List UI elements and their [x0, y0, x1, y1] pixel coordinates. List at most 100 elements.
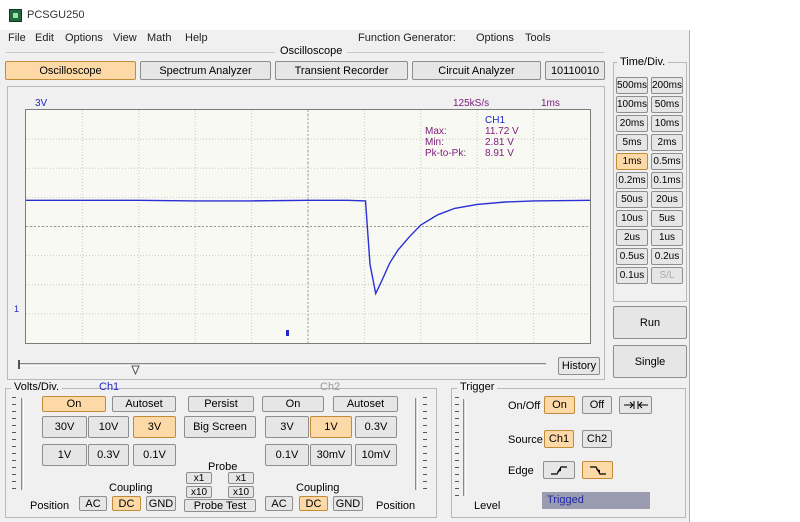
transient-recorder-button[interactable]: Transient Recorder [275, 61, 408, 80]
timediv-button[interactable]: 2ms [651, 134, 683, 151]
ch2-coupling-ac-button[interactable]: AC [265, 496, 293, 511]
timediv-button[interactable]: 2us [616, 229, 648, 246]
timediv-button[interactable]: 50ms [651, 96, 683, 113]
run-button[interactable]: Run [613, 306, 687, 339]
probe-test-button[interactable]: Probe Test [184, 499, 256, 512]
ch2-01v-button[interactable]: 0.1V [265, 444, 309, 466]
timediv-button[interactable]: 5ms [616, 134, 648, 151]
desktop-background [690, 0, 800, 522]
center-arrows-icon [623, 401, 648, 409]
ch1-position-ticks [12, 397, 16, 489]
timediv-button[interactable]: S/L [651, 267, 683, 284]
ch2-1v-button[interactable]: 1V [310, 416, 352, 438]
ch1-position-label: Position [30, 500, 70, 512]
section-title: Oscilloscope [275, 45, 348, 57]
timediv-button[interactable]: 1ms [616, 153, 648, 170]
timediv-button[interactable]: 200ms [651, 77, 683, 94]
trigger-on-button[interactable]: On [544, 396, 575, 414]
ch2-on-button[interactable]: On [262, 396, 324, 412]
menu-function-generator[interactable]: Function Generator: [358, 32, 456, 44]
ch2-3v-button[interactable]: 3V [265, 416, 309, 438]
ch2-probe-x10-button[interactable]: x10 [228, 486, 254, 498]
ch2-coupling-dc-button[interactable]: DC [299, 496, 328, 511]
ch2-probe-x1-button[interactable]: x1 [228, 472, 254, 484]
ch1-probe-x1-button[interactable]: x1 [186, 472, 212, 484]
menu-tools[interactable]: Tools [525, 32, 551, 44]
ch1-probe-x10-button[interactable]: x10 [186, 486, 212, 498]
menu-edit[interactable]: Edit [35, 32, 54, 44]
circuit-analyzer-button[interactable]: Circuit Analyzer [412, 61, 541, 80]
ch1-3v-button[interactable]: 3V [133, 416, 176, 438]
trigger-position-marker[interactable] [286, 330, 289, 336]
trigger-edge-label: Edge [508, 465, 534, 477]
timediv-button[interactable]: 0.2ms [616, 172, 648, 189]
menu-math[interactable]: Math [147, 32, 171, 44]
spectrum-analyzer-button[interactable]: Spectrum Analyzer [140, 61, 271, 80]
history-scrollbar-track[interactable] [18, 363, 546, 366]
timediv-button[interactable]: 20us [651, 191, 683, 208]
ch1-on-button[interactable]: On [42, 396, 106, 412]
ch2-coupling-gnd-button[interactable]: GND [333, 496, 363, 511]
timediv-button[interactable]: 0.1us [616, 267, 648, 284]
ch1-03v-button[interactable]: 0.3V [88, 444, 129, 466]
big-screen-button[interactable]: Big Screen [184, 416, 256, 438]
trigger-falling-edge-button[interactable] [582, 461, 613, 479]
binary-code-button[interactable]: 10110010 [545, 61, 605, 80]
timediv-button[interactable]: 0.2us [651, 248, 683, 265]
timediv-button[interactable]: 0.5us [616, 248, 648, 265]
single-button[interactable]: Single [613, 345, 687, 378]
ch2-03v-button[interactable]: 0.3V [355, 416, 397, 438]
trigger-source-ch1-button[interactable]: Ch1 [544, 430, 574, 448]
app-window: PCSGU250 File Edit Options View Math Hel… [0, 0, 690, 522]
timediv-button[interactable]: 20ms [616, 115, 648, 132]
ch1-autoset-button[interactable]: Autoset [112, 396, 176, 412]
trigger-level-label: Level [474, 500, 501, 512]
timediv-button[interactable]: 1us [651, 229, 683, 246]
timediv-button[interactable]: 0.5ms [651, 153, 683, 170]
ch1-30v-button[interactable]: 30V [42, 416, 87, 438]
ch1-coupling-title: Coupling [109, 482, 153, 494]
timediv-button[interactable]: 500ms [616, 77, 648, 94]
ch1-position-slider[interactable] [21, 398, 24, 490]
history-button[interactable]: History [558, 357, 600, 375]
trigger-status-box: Trigged [542, 492, 650, 509]
trigger-level-ticks [455, 397, 459, 497]
ch2-coupling-title: Coupling [296, 482, 340, 494]
menu-options[interactable]: Options [65, 32, 103, 44]
ch1-10v-button[interactable]: 10V [88, 416, 129, 438]
ch2-30mv-button[interactable]: 30mV [310, 444, 352, 466]
timediv-button[interactable]: 10us [616, 210, 648, 227]
volts-per-div-label: 3V [35, 98, 48, 109]
history-scrollbar-thumb[interactable] [131, 365, 140, 376]
ch1-coupling-gnd-button[interactable]: GND [146, 496, 176, 511]
menu-view[interactable]: View [113, 32, 137, 44]
timediv-button[interactable]: 5us [651, 210, 683, 227]
trigger-center-button[interactable] [619, 396, 652, 414]
ch2-position-slider[interactable] [415, 398, 418, 490]
ch1-01v-button[interactable]: 0.1V [133, 444, 176, 466]
ch1-1v-button[interactable]: 1V [42, 444, 87, 466]
trigger-level-slider[interactable] [463, 399, 466, 496]
trigger-off-button[interactable]: Off [582, 396, 612, 414]
timebase-label: 1ms [541, 98, 560, 109]
ch1-coupling-ac-button[interactable]: AC [79, 496, 107, 511]
ch1-coupling-dc-button[interactable]: DC [112, 496, 141, 511]
falling-edge-icon [589, 466, 606, 475]
timediv-button[interactable]: 10ms [651, 115, 683, 132]
ch2-autoset-button[interactable]: Autoset [333, 396, 398, 412]
persist-button[interactable]: Persist [188, 396, 254, 412]
ch1-ground-marker[interactable]: 1 [14, 304, 19, 314]
trigger-source-ch2-button[interactable]: Ch2 [582, 430, 612, 448]
timediv-button[interactable]: 50us [616, 191, 648, 208]
timediv-button[interactable]: 100ms [616, 96, 648, 113]
oscilloscope-mode-button[interactable]: Oscilloscope [5, 61, 136, 80]
volts-div-title: Volts/Div. [11, 381, 63, 393]
menu-fg-options[interactable]: Options [476, 32, 514, 44]
trigger-onoff-label: On/Off [508, 400, 541, 412]
ch2-10mv-button[interactable]: 10mV [355, 444, 397, 466]
trigger-rising-edge-button[interactable] [543, 461, 575, 479]
timediv-button[interactable]: 0.1ms [651, 172, 683, 189]
menu-file[interactable]: File [8, 32, 26, 44]
menu-help[interactable]: Help [185, 32, 208, 44]
timediv-title: Time/Div. [617, 56, 669, 68]
